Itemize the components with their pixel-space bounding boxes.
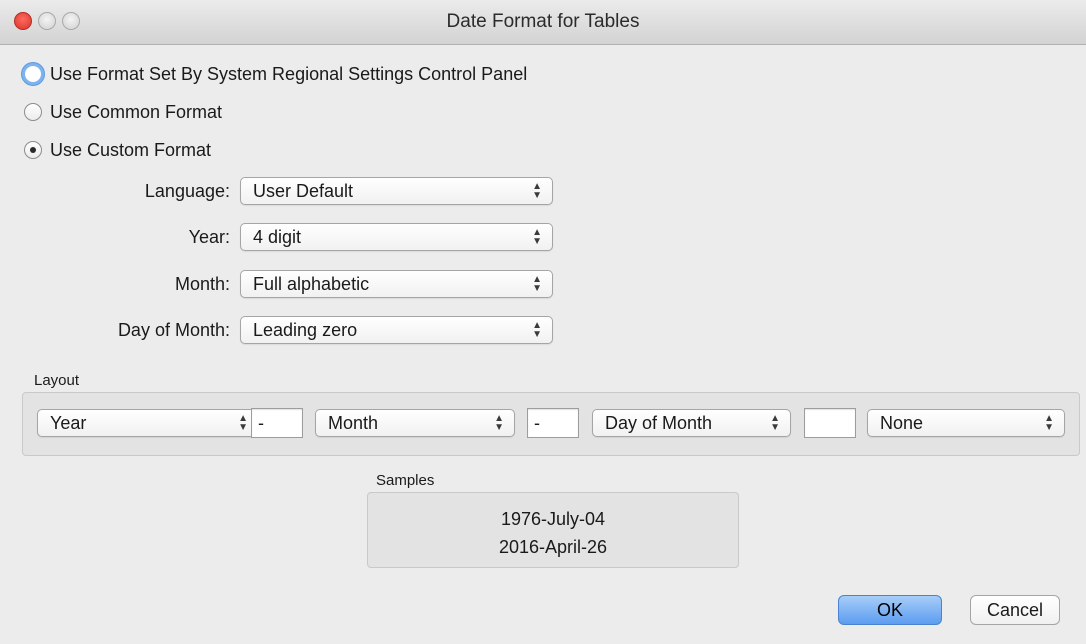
radio-option-common-format[interactable]: Use Common Format [24,99,222,125]
layout-part3-value: Day of Month [605,413,713,433]
radio-label-system-format: Use Format Set By System Regional Settin… [50,63,528,84]
month-label: Month: [174,274,230,294]
radio-option-system-format[interactable]: Use Format Set By System Regional Settin… [22,61,528,87]
popup-arrows-icon: ▲ ▼ [532,227,542,247]
layout-part1-value: Year [50,413,87,433]
sample-line: 1976-July-04 [500,509,606,529]
popup-arrows-icon: ▲ ▼ [1044,413,1054,433]
samples-section-label: Samples [376,472,435,489]
layout-part3-popup[interactable]: Day of Month ▲ ▼ [592,409,791,437]
layout-section-label: Layout [34,372,80,389]
window-title: Date Format for Tables [446,11,640,32]
month-popup[interactable]: Full alphabetic ▲ ▼ [240,270,553,298]
popup-arrows-icon: ▲ ▼ [494,413,504,433]
popup-arrows-icon: ▲ ▼ [532,181,542,201]
radio-button-custom-format[interactable] [24,141,42,159]
layout-part1-popup[interactable]: Year ▲ ▼ [37,409,259,437]
day-of-month-label: Day of Month: [117,320,230,340]
month-value: Full alphabetic [253,274,370,294]
sample-line: 2016-April-26 [498,537,608,557]
layout-separator3-field[interactable] [804,408,856,438]
day-of-month-value: Leading zero [253,320,358,340]
title-bar[interactable]: Date Format for Tables [0,0,1086,45]
radio-option-custom-format[interactable]: Use Custom Format [24,137,211,163]
year-value: 4 digit [253,227,302,247]
samples-group: 1976-July-04 2016-April-26 [367,492,739,568]
radio-label-custom-format: Use Custom Format [50,139,212,160]
language-label: Language: [144,181,230,201]
popup-arrows-icon: ▲ ▼ [532,274,542,294]
popup-arrows-icon: ▲ ▼ [770,413,780,433]
radio-button-system-format[interactable] [22,63,44,85]
radio-button-common-format[interactable] [24,103,42,121]
layout-separator1-field[interactable]: - [251,408,303,438]
layout-part2-popup[interactable]: Month ▲ ▼ [315,409,515,437]
popup-arrows-icon: ▲ ▼ [238,413,248,433]
layout-part4-value: None [880,413,924,433]
year-label: Year: [188,227,230,247]
layout-separator2-field[interactable]: - [527,408,579,438]
radio-label-common-format: Use Common Format [50,101,223,122]
date-format-dialog: Date Format for Tables Use Format Set By… [0,0,1086,644]
language-popup[interactable]: User Default ▲ ▼ [240,177,553,205]
ok-button[interactable]: OK [838,595,942,625]
popup-arrows-icon: ▲ ▼ [532,320,542,340]
layout-group: Year ▲ ▼ - Month ▲ ▼ - Day of Month ▲ ▼ Non… [22,392,1080,456]
cancel-button[interactable]: Cancel [970,595,1060,625]
year-popup[interactable]: 4 digit ▲ ▼ [240,223,553,251]
language-value: User Default [253,181,354,201]
layout-part2-value: Month [328,413,379,433]
day-of-month-popup[interactable]: Leading zero ▲ ▼ [240,316,553,344]
layout-part4-popup[interactable]: None ▲ ▼ [867,409,1065,437]
